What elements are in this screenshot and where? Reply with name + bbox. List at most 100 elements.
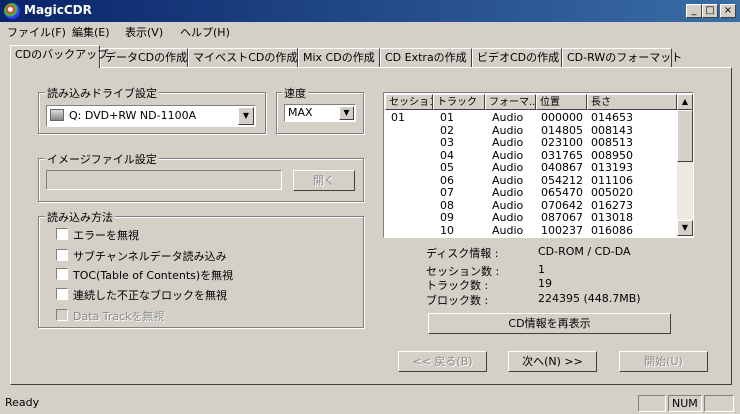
cell-format: Audio: [492, 111, 524, 124]
table-row[interactable]: 04 Audio 031765 008950: [385, 149, 677, 162]
image-group-label: イメージファイル設定: [45, 151, 159, 167]
menu-view[interactable]: 表示(V): [125, 24, 163, 40]
window-title: MagicCDR: [24, 3, 92, 17]
vertical-scrollbar[interactable]: ▲ ▼: [677, 94, 693, 236]
cell-length: 011106: [591, 173, 633, 187]
cell-position: 023100: [541, 136, 583, 149]
read-group-label: 読み込み方法: [45, 209, 115, 225]
tab-cd-extra[interactable]: CD Extraの作成: [380, 48, 472, 67]
drive-group-label: 読み込みドライブ設定: [45, 85, 159, 101]
ignore-toc-label: TOC(Table of Contents)を無視: [73, 269, 234, 282]
column-header-session[interactable]: セッション: [385, 94, 433, 110]
cell-track: 08: [440, 198, 454, 212]
refresh-cd-info-button[interactable]: CD情報を再表示: [428, 313, 671, 334]
track-count-value: 19: [538, 277, 552, 290]
tab-cd-backup[interactable]: CDのバックアップ: [10, 45, 108, 68]
drive-value: Q: DVD+RW ND-1100A: [69, 109, 197, 122]
subchannel-label: サブチャンネルデータ読み込み: [73, 250, 227, 263]
tab-data-cd[interactable]: データCDの作成: [100, 48, 188, 67]
cell-track: 04: [440, 148, 454, 162]
ignore-bad-blocks-checkbox[interactable]: [56, 288, 68, 300]
status-text: Ready: [5, 396, 40, 409]
tab-my-best-cd[interactable]: マイベストCDの作成: [188, 48, 298, 67]
cell-format: Audio: [492, 198, 524, 212]
cell-length: 005020: [591, 186, 633, 199]
ignore-data-track-label: Data Trackを無視: [73, 310, 165, 323]
menu-file[interactable]: ファイル(F): [7, 24, 66, 40]
ignore-toc-checkbox[interactable]: [56, 268, 68, 280]
table-row[interactable]: 05 Audio 040867 013193: [385, 161, 677, 174]
table-row[interactable]: 10 Audio 100237 016086: [385, 224, 677, 237]
chevron-down-icon[interactable]: ▼: [339, 106, 354, 120]
cell-format: Audio: [492, 161, 524, 174]
speed-value: MAX: [288, 106, 313, 119]
table-row[interactable]: 01 01 Audio 000000 014653: [385, 111, 677, 124]
title-bar[interactable]: MagicCDR _ □ ×: [0, 0, 740, 22]
ignore-errors-checkbox[interactable]: [56, 228, 68, 240]
cell-format: Audio: [492, 211, 524, 224]
cell-length: 013018: [591, 211, 633, 224]
menu-bar: ファイル(F) 編集(E) 表示(V) ヘルプ(H): [0, 22, 740, 40]
table-row[interactable]: 09 Audio 087067 013018: [385, 211, 677, 224]
start-button[interactable]: 開始(U): [619, 351, 708, 372]
track-list[interactable]: セッション トラック フォーマ... 位置 長さ 01 01 Audio 000000…: [383, 92, 694, 238]
close-button[interactable]: ×: [720, 4, 736, 18]
block-count-label: ブロック数 :: [426, 294, 489, 307]
cell-track: 07: [440, 186, 454, 199]
column-header-track[interactable]: トラック: [433, 94, 485, 110]
cell-track: 10: [440, 223, 454, 237]
chevron-down-icon[interactable]: ▼: [238, 107, 254, 125]
table-row[interactable]: 02 Audio 014805 008143: [385, 124, 677, 137]
cell-position: 100237: [541, 223, 583, 237]
column-header-format[interactable]: フォーマ...: [485, 94, 536, 110]
cell-position: 014805: [541, 123, 583, 137]
cell-position: 000000: [541, 111, 583, 124]
cell-track: 05: [440, 161, 454, 174]
table-row[interactable]: 03 Audio 023100 008513: [385, 136, 677, 149]
minimize-button[interactable]: _: [686, 4, 702, 18]
back-button[interactable]: << 戻る(B): [398, 351, 487, 372]
tab-video-cd[interactable]: ビデオCDの作成: [472, 48, 562, 67]
open-button[interactable]: 開く: [293, 170, 355, 191]
cell-session: 01: [391, 111, 405, 124]
cell-format: Audio: [492, 148, 524, 162]
image-path-input[interactable]: [46, 170, 282, 190]
status-bar: Ready NUM: [0, 392, 740, 414]
cell-track: 01: [440, 111, 454, 124]
cell-length: 016273: [591, 198, 633, 212]
cell-position: 040867: [541, 161, 583, 174]
column-header-position[interactable]: 位置: [536, 94, 587, 110]
column-header-length[interactable]: 長さ: [587, 94, 677, 110]
tab-cd-rw-format[interactable]: CD-RWのフォーマット: [562, 48, 682, 67]
cell-position: 054212: [541, 173, 583, 187]
menu-help[interactable]: ヘルプ(H): [180, 24, 230, 40]
drive-icon: [50, 109, 64, 121]
subchannel-checkbox[interactable]: [56, 249, 68, 261]
cell-length: 016086: [591, 223, 633, 237]
track-count-label: トラック数 :: [426, 279, 489, 292]
maximize-button[interactable]: □: [702, 4, 718, 18]
ignore-errors-label: エラーを無視: [73, 229, 139, 242]
cell-length: 008950: [591, 148, 633, 162]
table-row[interactable]: 07 Audio 065470 005020: [385, 186, 677, 199]
scroll-down-icon[interactable]: ▼: [677, 220, 693, 236]
speed-select[interactable]: MAX ▼: [284, 104, 356, 122]
speed-group-label: 速度: [282, 85, 308, 101]
tab-mix-cd[interactable]: Mix CDの作成: [298, 48, 380, 67]
scroll-thumb[interactable]: [677, 110, 693, 162]
cell-length: 013193: [591, 161, 633, 174]
table-row[interactable]: 06 Audio 054212 011106: [385, 174, 677, 187]
table-row[interactable]: 08 Audio 070642 016273: [385, 199, 677, 212]
ignore-data-track-checkbox[interactable]: [56, 309, 68, 321]
cell-format: Audio: [492, 186, 524, 199]
next-button[interactable]: 次へ(N) >>: [508, 351, 597, 372]
menu-edit[interactable]: 編集(E): [72, 24, 110, 40]
disc-info-value: CD-ROM / CD-DA: [538, 245, 631, 258]
drive-select[interactable]: Q: DVD+RW ND-1100A ▼: [46, 105, 256, 127]
disc-info-label: ディスク情報 :: [426, 247, 499, 260]
block-count-value: 224395 (448.7MB): [538, 292, 641, 305]
cell-position: 087067: [541, 211, 583, 224]
status-pane-num: NUM: [668, 395, 702, 412]
status-pane-scroll: [704, 395, 734, 412]
scroll-up-icon[interactable]: ▲: [677, 94, 693, 110]
